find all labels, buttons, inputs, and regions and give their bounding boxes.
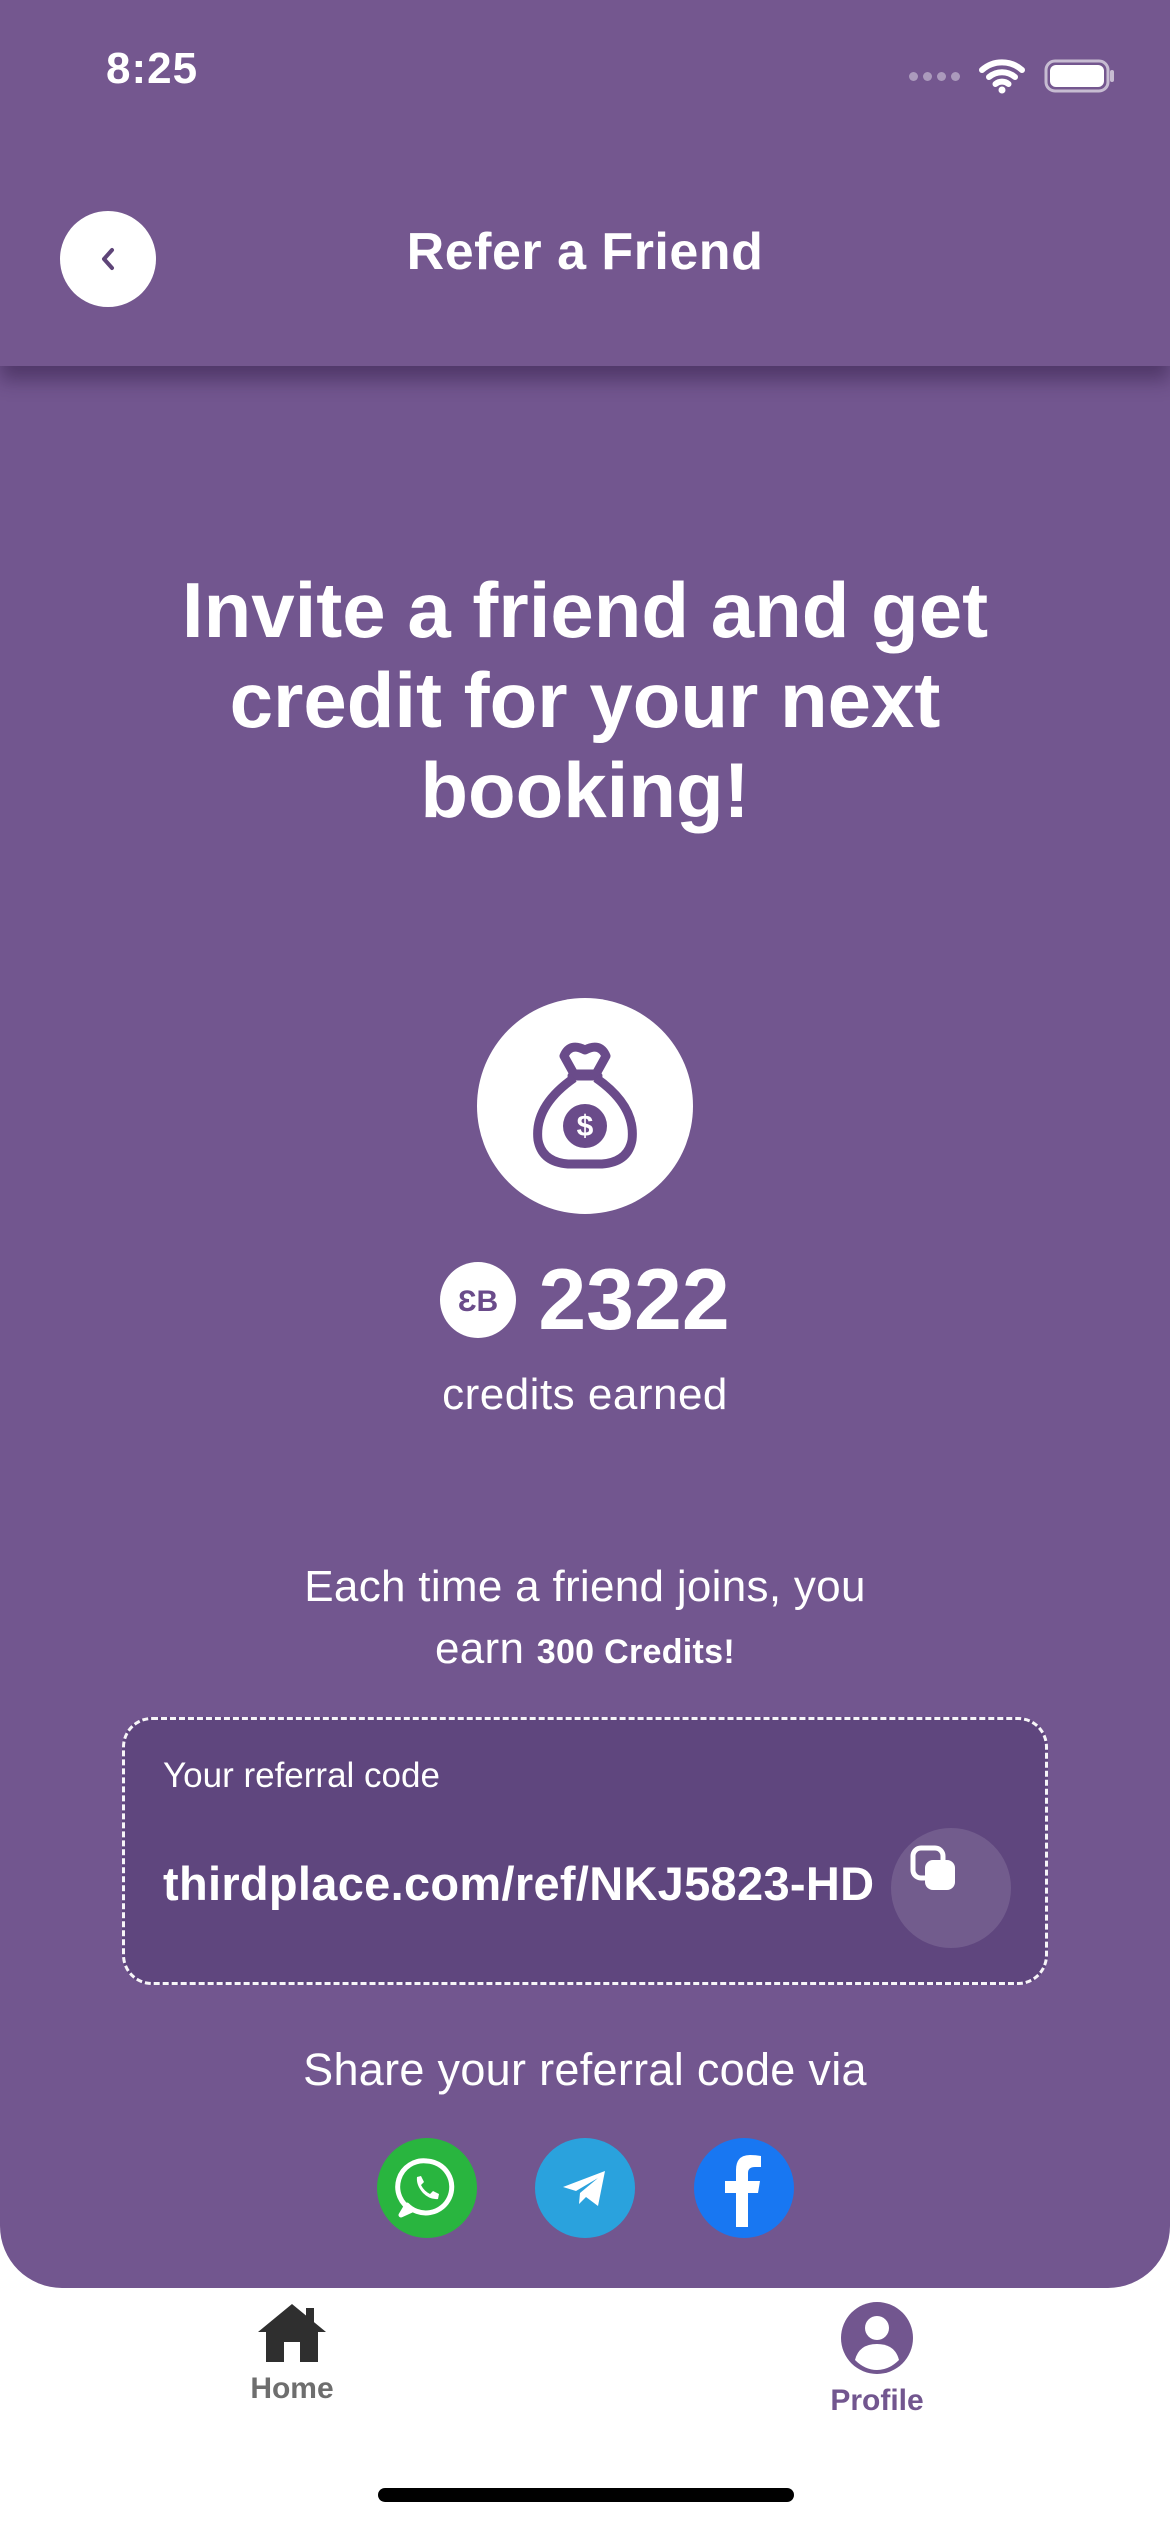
svg-text:ƐB: ƐB (458, 1285, 498, 1318)
status-icons (909, 54, 1116, 98)
status-time: 8:25 (106, 44, 199, 93)
screen: 8:25 Refer a Friend Invite a friend and … (0, 0, 1170, 2532)
copy-button[interactable] (891, 1828, 1011, 1948)
credit-coin-icon: ƐB (440, 1262, 517, 1338)
facebook-icon (725, 2155, 761, 2227)
credits-value: 2322 (538, 1251, 730, 1348)
telegram-icon (563, 2171, 605, 2206)
tab-home-label: Home (250, 2372, 334, 2405)
svg-text:$: $ (577, 1110, 594, 1143)
info-line-1: Each time a friend joins, you (304, 1562, 866, 1611)
credits-amount-text: 300 Credits! (536, 1633, 736, 1671)
credits-label: credits earned (442, 1370, 728, 1419)
page-title: Refer a Friend (406, 223, 764, 281)
referral-code[interactable]: thirdplace.com/ref/NKJ5823-HD (163, 1856, 874, 1911)
facebook-share-button[interactable] (694, 2138, 794, 2238)
header-bar: 8:25 Refer a Friend (0, 0, 1170, 366)
whatsapp-share-button[interactable] (377, 2138, 477, 2238)
copy-icon (910, 1845, 955, 1890)
money-bag-badge: $ (477, 998, 693, 1214)
battery-icon (1044, 59, 1114, 93)
profile-icon (841, 2302, 913, 2374)
referral-label: Your referral code (163, 1756, 440, 1795)
tab-profile[interactable]: Profile (777, 2300, 977, 2418)
money-bag-icon: $ (533, 1042, 637, 1169)
signal-icon (909, 71, 960, 81)
referral-code-box: Your referral code thirdplace.com/ref/NK… (122, 1717, 1048, 1985)
home-indicator (378, 2488, 794, 2502)
home-icon (258, 2304, 326, 2362)
telegram-share-button[interactable] (535, 2138, 635, 2238)
tab-home[interactable]: Home (192, 2300, 392, 2406)
wifi-icon (979, 59, 1025, 94)
whatsapp-icon (395, 2158, 455, 2218)
info-earn-text: earn (434, 1624, 537, 1673)
share-label: Share your referral code via (303, 2044, 867, 2095)
info-line-2: earn 300 Credits! (0, 1624, 1170, 1674)
tab-profile-label: Profile (830, 2384, 924, 2417)
headline: Invite a friend and get credit for your … (181, 566, 989, 834)
credits-row: ƐB 2322 (0, 1250, 1170, 1350)
